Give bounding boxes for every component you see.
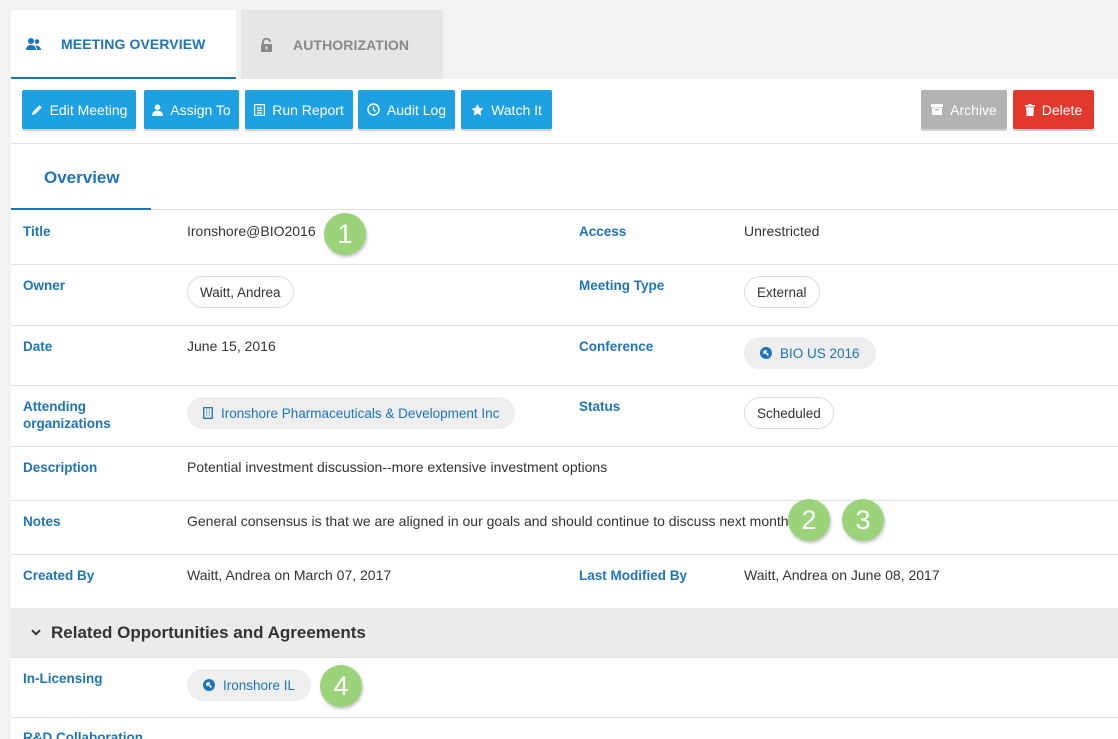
in-licensing-label: In-Licensing <box>23 671 103 686</box>
last-modified-value: Waitt, Andrea on June 08, 2017 <box>744 567 940 583</box>
tab-label: MEETING OVERVIEW <box>61 35 206 52</box>
field-row-date: Date June 15, 2016 Conference BIO US 201… <box>11 326 1118 386</box>
user-icon <box>152 103 164 116</box>
trash-icon <box>1024 103 1035 116</box>
field-row-in-licensing: In-Licensing Ironshore IL <box>11 658 1118 718</box>
meeting-type-chip: External <box>744 276 820 308</box>
delete-button[interactable]: Delete <box>1013 90 1094 129</box>
tab-authorization[interactable]: AUTHORIZATION <box>241 10 443 79</box>
status-label: Status <box>579 399 621 414</box>
button-label: Assign To <box>170 101 231 118</box>
assign-to-button[interactable]: Assign To <box>144 90 239 129</box>
title-label: Title <box>23 224 51 239</box>
field-row-description: Description Potential investment discuss… <box>11 447 1118 501</box>
clock-icon <box>367 103 380 116</box>
star-icon <box>471 103 484 116</box>
field-row-title: Title Ironshore@BIO2016 Access Unrestric… <box>11 210 1118 265</box>
archive-button[interactable]: Archive <box>921 90 1007 129</box>
meeting-panel: Edit Meeting Assign To Run Report Audit … <box>11 79 1118 739</box>
description-label: Description <box>23 460 98 475</box>
conference-link-chip[interactable]: BIO US 2016 <box>744 337 876 369</box>
tab-label: AUTHORIZATION <box>293 36 410 53</box>
tab-meeting-overview[interactable]: MEETING OVERVIEW <box>11 10 236 79</box>
overview-subtabs: Overview <box>11 144 1118 210</box>
in-licensing-link-chip[interactable]: Ironshore IL <box>187 669 312 701</box>
button-label: Edit Meeting <box>49 101 128 118</box>
in-licensing-value: Ironshore IL <box>223 677 296 693</box>
audit-log-button[interactable]: Audit Log <box>358 90 455 129</box>
pencil-icon <box>31 104 42 115</box>
report-icon <box>254 103 266 116</box>
notes-value: General consensus is that we are aligned… <box>187 513 793 529</box>
field-row-owner: Owner Waitt, Andrea Meeting Type Externa… <box>11 265 1118 326</box>
button-label: Archive <box>950 101 997 118</box>
access-label: Access <box>579 224 627 239</box>
users-icon <box>23 37 45 51</box>
title-value: Ironshore@BIO2016 <box>187 223 316 239</box>
tab-overview[interactable]: Overview <box>11 144 151 210</box>
lock-icon <box>255 37 277 52</box>
edit-meeting-button[interactable]: Edit Meeting <box>22 90 136 129</box>
annotation-badge-2: 2 <box>788 499 830 541</box>
date-value: June 15, 2016 <box>187 338 276 354</box>
related-section-toggle[interactable]: Related Opportunities and Agreements <box>11 608 1118 658</box>
top-tabs: MEETING OVERVIEW AUTHORIZATION <box>11 10 443 79</box>
annotation-badge-3: 3 <box>842 499 884 541</box>
annotation-badge-4: 4 <box>320 665 362 707</box>
owner-label: Owner <box>23 278 66 293</box>
building-icon <box>203 407 213 419</box>
description-value: Potential investment discussion--more ex… <box>187 459 608 475</box>
related-heading: Related Opportunities and Agreements <box>51 622 366 642</box>
field-row-rd-collaboration: R&D Collaboration <box>11 718 1118 739</box>
external-link-icon <box>760 347 772 359</box>
button-label: Run Report <box>272 101 344 118</box>
created-by-value: Waitt, Andrea on March 07, 2017 <box>187 567 392 583</box>
watch-it-button[interactable]: Watch It <box>461 90 552 129</box>
field-row-attending: Attending organizations Ironshore Pharmac… <box>11 386 1118 447</box>
annotation-badge-1: 1 <box>324 213 366 255</box>
action-toolbar: Edit Meeting Assign To Run Report Audit … <box>11 79 1118 144</box>
date-label: Date <box>23 339 53 354</box>
conference-value: BIO US 2016 <box>780 345 860 361</box>
attending-label-line1: Attending <box>23 399 86 414</box>
status-chip: Scheduled <box>744 397 834 429</box>
owner-chip[interactable]: Waitt, Andrea <box>187 276 294 308</box>
field-row-created: Created By Waitt, Andrea on March 07, 20… <box>11 555 1118 609</box>
field-row-notes: Notes General consensus is that we are a… <box>11 501 1118 555</box>
attending-label: Attending organizations <box>23 398 111 432</box>
attending-label-line2: organizations <box>23 416 111 431</box>
rd-collaboration-label: R&D Collaboration <box>23 730 143 739</box>
chevron-down-icon <box>31 629 41 636</box>
button-label: Audit Log <box>386 101 447 118</box>
access-value: Unrestricted <box>744 223 820 239</box>
button-label: Watch It <box>491 101 542 118</box>
organization-value: Ironshore Pharmaceuticals & Development … <box>221 405 500 421</box>
button-label: Delete <box>1041 101 1083 118</box>
archive-icon <box>931 104 944 115</box>
notes-label: Notes <box>23 514 61 529</box>
run-report-button[interactable]: Run Report <box>245 90 353 129</box>
created-by-label: Created By <box>23 568 95 583</box>
last-modified-label: Last Modified By <box>579 568 688 583</box>
organization-link-chip[interactable]: Ironshore Pharmaceuticals & Development … <box>187 397 516 429</box>
conference-label: Conference <box>579 339 654 354</box>
meeting-type-label: Meeting Type <box>579 278 665 293</box>
external-link-icon <box>203 679 215 691</box>
